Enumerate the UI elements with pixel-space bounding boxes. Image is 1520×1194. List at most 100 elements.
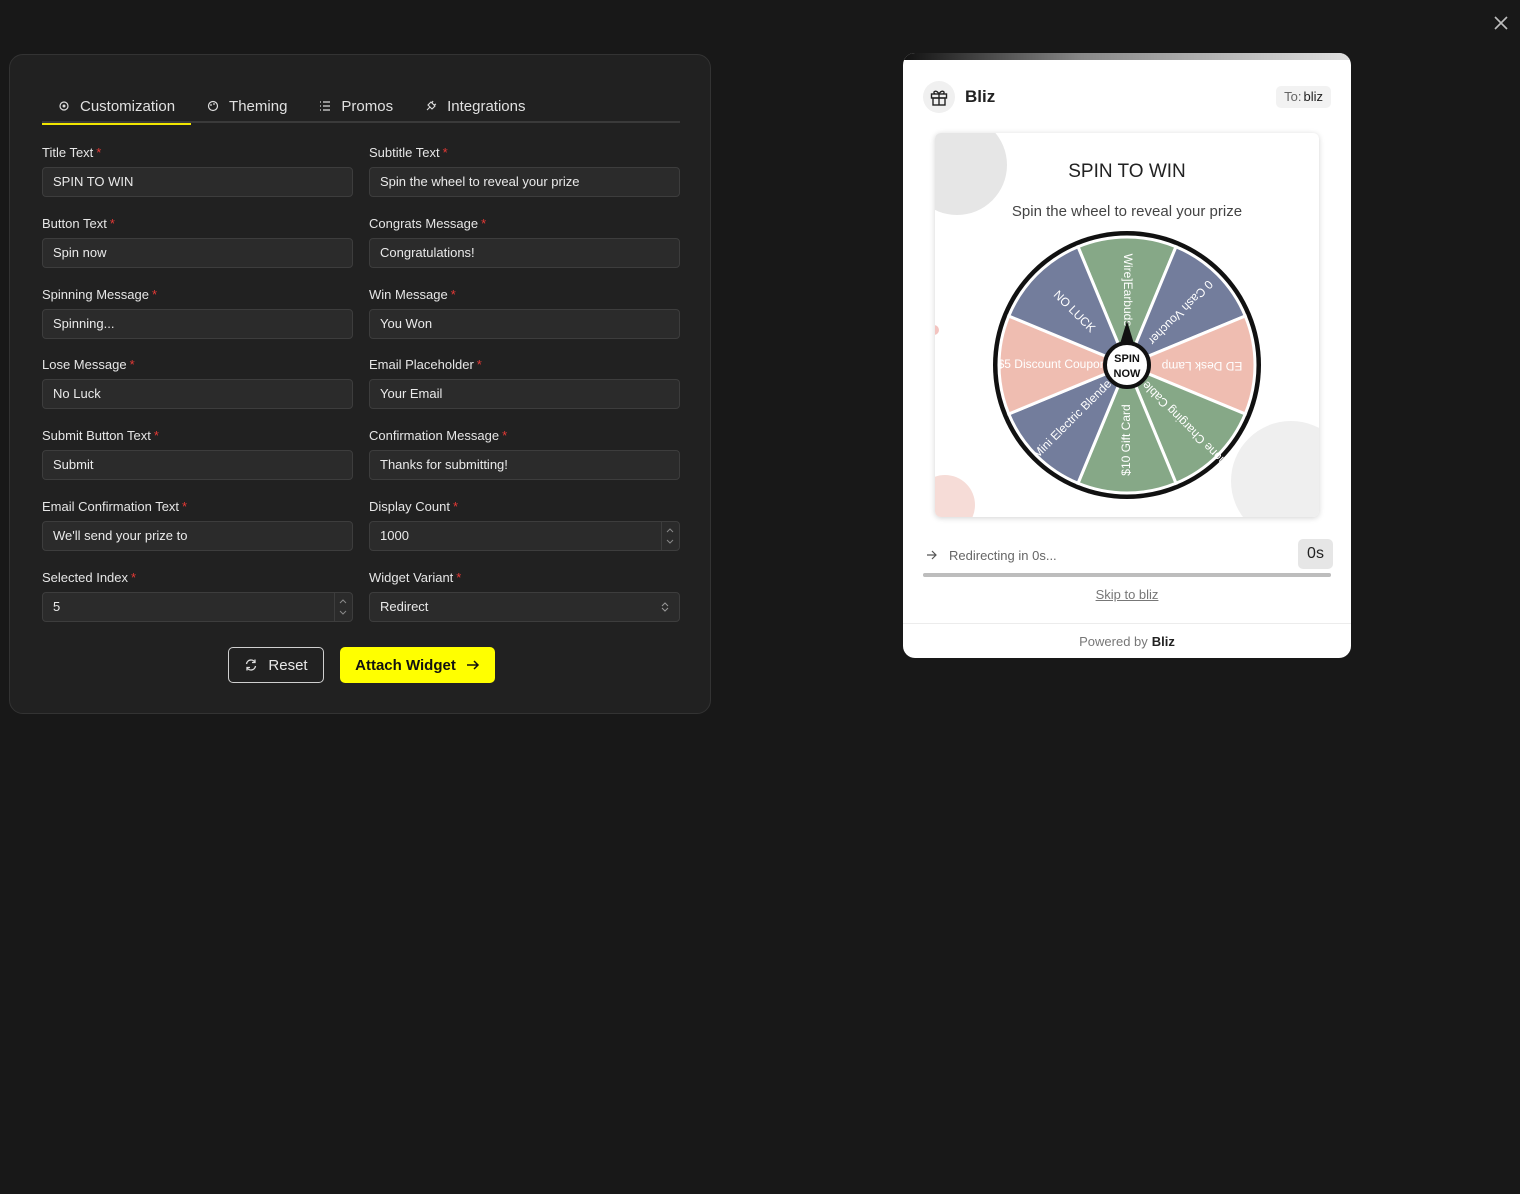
field-label: Congrats Message *: [369, 216, 487, 231]
brand-header: Bliz: [923, 81, 995, 113]
tab-bar: Customization Theming Promos Integration…: [42, 89, 680, 125]
prize-wheel[interactable]: Wire]Earbuds 0 Cash VoucherED Desk LampPh…: [991, 229, 1263, 501]
gift-icon: [923, 81, 955, 113]
subtitle-text-input[interactable]: Spin the wheel to reveal your prize: [369, 167, 680, 197]
field-label: Button Text *: [42, 216, 115, 231]
field-label: Lose Message *: [42, 357, 135, 372]
spinning-message-field: Spinning Message * Spinning...: [42, 287, 353, 339]
chevron-up-icon[interactable]: [339, 598, 347, 604]
lose-message-field: Lose Message * No Luck: [42, 357, 353, 409]
wheel-segment-label: $10 Gift Card: [1119, 404, 1133, 475]
recipient-chip: To: bliz: [1276, 86, 1331, 108]
field-label: Win Message *: [369, 287, 456, 302]
subtitle-text-field: Subtitle Text * Spin the wheel to reveal …: [369, 145, 680, 197]
countdown-badge: 0s: [1298, 539, 1333, 569]
tab-customization[interactable]: Customization: [42, 89, 192, 125]
top-gradient-bar: [903, 53, 1351, 60]
field-label: Email Placeholder *: [369, 357, 482, 372]
button-text-input[interactable]: Spin now: [42, 238, 353, 268]
gear-icon: [59, 101, 69, 111]
plug-icon: [426, 100, 437, 111]
tab-label: Customization: [80, 97, 176, 115]
refresh-icon: [246, 659, 257, 671]
submit-button-text-input[interactable]: Submit: [42, 450, 353, 480]
powered-by: Powered by Bliz: [903, 634, 1351, 649]
palette-icon: [207, 100, 219, 112]
tab-theming[interactable]: Theming: [191, 89, 303, 123]
chevron-updown-icon: [661, 602, 669, 612]
tab-label: Integrations: [447, 97, 526, 115]
spin-now-label: SPIN: [1114, 353, 1140, 365]
field-label: Display Count *: [369, 499, 458, 514]
number-stepper[interactable]: [334, 593, 352, 621]
field-label: Subtitle Text *: [369, 145, 448, 160]
skip-link[interactable]: Skip to bliz: [903, 587, 1351, 602]
field-label: Selected Index *: [42, 570, 137, 585]
redirect-text: Redirecting in 0s...: [949, 548, 1057, 563]
congrats-message-field: Congrats Message * Congratulations!: [369, 216, 680, 268]
widget-variant-field: Widget Variant * Redirect: [369, 570, 680, 622]
arrow-right-icon: [927, 550, 937, 560]
reset-label: Reset: [268, 656, 308, 674]
field-label: Confirmation Message *: [369, 428, 508, 443]
field-label: Email Confirmation Text *: [42, 499, 188, 514]
email-confirmation-text-field: Email Confirmation Text * We'll send your…: [42, 499, 353, 551]
selected-index-value: 5: [53, 599, 61, 614]
field-label: Submit Button Text *: [42, 428, 159, 443]
redirect-progress: [923, 573, 1331, 577]
email-confirmation-text-input[interactable]: We'll send your prize to: [42, 521, 353, 551]
wheel-segment-label: Wire]Earbuds: [1121, 254, 1135, 327]
wheel-segment-label: ED Desk Lamp: [1161, 359, 1242, 373]
title-text-field: Title Text * SPIN TO WIN: [42, 145, 353, 197]
widget-preview: Bliz To: bliz SPIN TO WIN Spin the wheel …: [903, 53, 1351, 658]
decor-circle: [935, 475, 975, 517]
email-placeholder-input[interactable]: Your Email: [369, 379, 680, 409]
brand-name: Bliz: [965, 87, 996, 106]
confirmation-message-input[interactable]: Thanks for submitting!: [369, 450, 680, 480]
selected-index-field: Selected Index * 5: [42, 570, 353, 622]
display-count-value: 1000: [380, 528, 409, 543]
list-icon: [320, 101, 331, 111]
powered-text: Powered by: [1079, 634, 1148, 649]
congrats-message-input[interactable]: Congratulations!: [369, 238, 680, 268]
chevron-down-icon[interactable]: [339, 610, 347, 616]
spin-now-button[interactable]: [1103, 341, 1151, 389]
powered-brand: Bliz: [1151, 634, 1175, 649]
selected-index-input[interactable]: 5: [42, 592, 353, 622]
attach-label: Attach Widget: [355, 656, 456, 674]
win-message-input[interactable]: You Won: [369, 309, 680, 339]
tab-label: Theming: [229, 97, 288, 115]
display-count-field: Display Count * 1000: [369, 499, 680, 551]
chevron-down-icon[interactable]: [666, 539, 674, 545]
title-text-input[interactable]: SPIN TO WIN: [42, 167, 353, 197]
field-label: Widget Variant *: [369, 570, 462, 585]
to-value: bliz: [1303, 89, 1323, 104]
tab-integrations[interactable]: Integrations: [409, 89, 541, 123]
spinning-message-input[interactable]: Spinning...: [42, 309, 353, 339]
attach-widget-button[interactable]: Attach Widget: [340, 647, 495, 683]
close-icon[interactable]: [1490, 12, 1512, 34]
arrow-right-icon: [466, 660, 479, 670]
reset-button[interactable]: Reset: [228, 647, 324, 683]
spin-now-label: NOW: [1114, 368, 1142, 380]
to-label: To:: [1284, 89, 1302, 104]
spin-card: SPIN TO WIN Spin the wheel to reveal you…: [935, 133, 1319, 517]
tab-promos[interactable]: Promos: [303, 89, 409, 123]
display-count-input[interactable]: 1000: [369, 521, 680, 551]
chevron-up-icon[interactable]: [666, 527, 674, 533]
submit-button-text-field: Submit Button Text * Submit: [42, 428, 353, 480]
wheel-segment-label: $5 Discount Coupon: [998, 357, 1107, 371]
confirmation-message-field: Confirmation Message * Thanks for submitt…: [369, 428, 680, 480]
win-message-field: Win Message * You Won: [369, 287, 680, 339]
decor-dot: [935, 325, 939, 335]
email-placeholder-field: Email Placeholder * Your Email: [369, 357, 680, 409]
widget-variant-select[interactable]: Redirect: [369, 592, 680, 622]
field-label: Title Text *: [42, 145, 102, 160]
redirect-progress-fill: [923, 573, 1331, 577]
button-text-field: Button Text * Spin now: [42, 216, 353, 268]
lose-message-input[interactable]: No Luck: [42, 379, 353, 409]
number-stepper[interactable]: [661, 522, 679, 550]
widget-variant-value: Redirect: [380, 599, 429, 614]
tab-label: Promos: [341, 97, 394, 115]
card-title: SPIN TO WIN: [1068, 161, 1186, 182]
